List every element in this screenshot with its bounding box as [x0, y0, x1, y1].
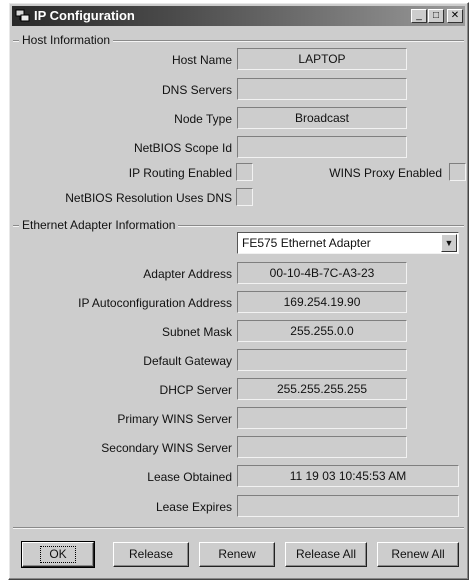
adapter-address-label: Adapter Address: [143, 267, 232, 281]
maximize-icon[interactable]: □: [428, 9, 444, 23]
adapter-info-group: Ethernet Adapter Information: [13, 218, 464, 232]
netbios-dns-checkbox[interactable]: [236, 188, 253, 206]
release-button-label: Release: [128, 547, 174, 561]
ip-routing-checkbox[interactable]: [236, 163, 253, 181]
network-icon: [15, 8, 31, 24]
ip-autoconfig-field: 169.254.19.90: [237, 291, 407, 313]
host-name-label: Host Name: [171, 53, 232, 67]
netbios-scope-field: [237, 136, 407, 158]
wins-proxy-label: WINS Proxy Enabled: [329, 166, 442, 180]
subnet-mask-field: 255.255.0.0: [237, 320, 407, 342]
button-separator: [13, 527, 464, 528]
renew-button[interactable]: Renew: [199, 542, 275, 567]
lease-obtained-field: 11 19 03 10:45:53 AM: [237, 465, 459, 487]
release-all-button[interactable]: Release All: [285, 542, 367, 567]
dns-servers-field[interactable]: [237, 78, 407, 100]
secondary-wins-field: [237, 436, 407, 458]
dns-servers-label: DNS Servers: [161, 83, 232, 97]
release-button[interactable]: Release: [113, 542, 189, 567]
host-name-field: LAPTOP: [237, 48, 407, 70]
dropdown-arrow-icon[interactable]: ▼: [441, 234, 457, 252]
default-gateway-field: [237, 349, 407, 371]
adapter-address-field: 00-10-4B-7C-A3-23: [237, 262, 407, 284]
ok-button-label: OK: [40, 546, 76, 563]
release-all-button-label: Release All: [295, 547, 357, 561]
netbios-scope-label: NetBIOS Scope Id: [133, 141, 232, 155]
adapter-info-legend: Ethernet Adapter Information: [19, 218, 179, 232]
node-type-field: Broadcast: [237, 107, 407, 129]
lease-obtained-label: Lease Obtained: [147, 470, 232, 484]
dhcp-server-label: DHCP Server: [159, 383, 232, 397]
ip-configuration-window: IP Configuration _ □ ✕ Host Information …: [8, 2, 469, 580]
adapter-select[interactable]: FE575 Ethernet Adapter ▼: [237, 232, 459, 254]
minimize-icon[interactable]: _: [411, 9, 427, 23]
renew-all-button-label: Renew All: [391, 547, 445, 561]
dhcp-server-field: 255.255.255.255: [237, 378, 407, 400]
adapter-select-value: FE575 Ethernet Adapter: [242, 236, 371, 250]
window-title: IP Configuration: [34, 8, 135, 23]
host-info-group: Host Information: [13, 33, 464, 47]
renew-button-label: Renew: [218, 547, 256, 561]
subnet-mask-label: Subnet Mask: [161, 325, 232, 339]
close-icon[interactable]: ✕: [447, 9, 463, 23]
title-bar[interactable]: IP Configuration _ □ ✕: [12, 6, 465, 26]
lease-expires-field: [237, 495, 459, 517]
default-gateway-label: Default Gateway: [143, 354, 232, 368]
netbios-dns-label: NetBIOS Resolution Uses DNS: [65, 191, 232, 205]
host-info-legend: Host Information: [19, 33, 114, 47]
ip-autoconfig-label: IP Autoconfiguration Address: [78, 296, 232, 310]
primary-wins-label: Primary WINS Server: [117, 412, 232, 426]
node-type-label: Node Type: [174, 112, 232, 126]
ok-button[interactable]: OK: [21, 541, 95, 568]
wins-proxy-checkbox[interactable]: [449, 163, 466, 181]
ip-routing-label: IP Routing Enabled: [128, 166, 232, 180]
primary-wins-field: [237, 407, 407, 429]
lease-expires-label: Lease Expires: [155, 500, 232, 514]
secondary-wins-label: Secondary WINS Server: [101, 441, 232, 455]
renew-all-button[interactable]: Renew All: [377, 542, 459, 567]
